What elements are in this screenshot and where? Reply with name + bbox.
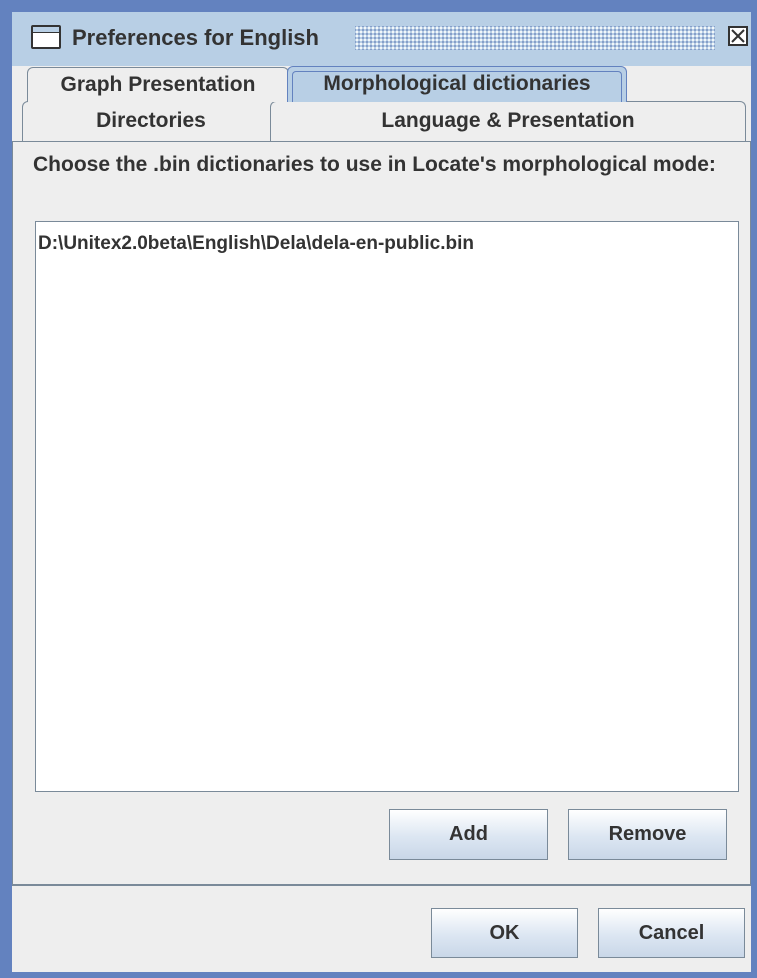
title-bar-grip [355,26,715,50]
window-title: Preferences for English [72,25,319,50]
remove-button[interactable]: Remove [568,809,727,860]
instruction-text: Choose the .bin dictionaries to use in L… [33,153,716,176]
list-item[interactable]: D:\Unitex2.0beta\English\Dela\dela-en-pu… [38,232,474,256]
dialog-window: Preferences for English Directories Lang… [0,0,757,978]
cancel-button[interactable]: Cancel [598,908,745,958]
tab-graph-presentation[interactable]: Graph Presentation [27,67,289,102]
tab-morphological-dictionaries[interactable]: Morphological dictionaries [287,66,627,102]
dictionary-list[interactable]: D:\Unitex2.0beta\English\Dela\dela-en-pu… [35,221,739,792]
tab-directories[interactable]: Directories [22,101,280,141]
tab-language-presentation[interactable]: Language & Presentation [270,101,746,141]
title-bar[interactable]: Preferences for English [12,12,751,66]
window-icon [31,25,61,49]
add-button[interactable]: Add [389,809,548,860]
ok-button[interactable]: OK [431,908,578,958]
close-icon[interactable] [728,26,748,46]
dialog-content: Directories Language & Presentation Grap… [12,66,751,972]
